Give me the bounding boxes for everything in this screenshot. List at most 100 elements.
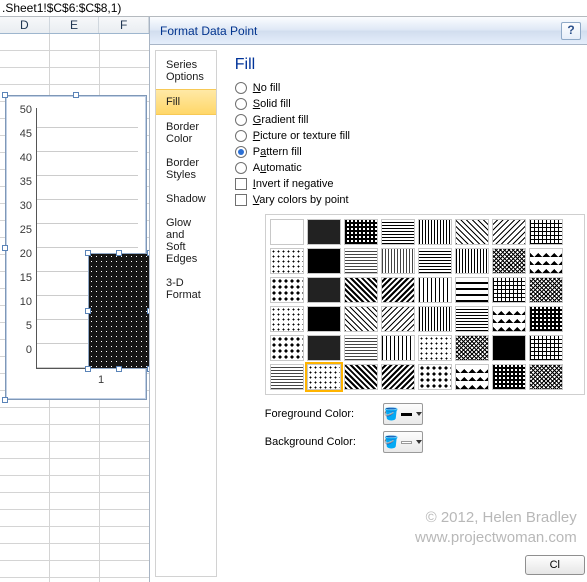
formula-bar[interactable]: .Sheet1!$C$6:$C$8,1)	[0, 0, 587, 17]
pattern-swatch-selected[interactable]	[307, 364, 341, 390]
close-button[interactable]: Cl	[525, 555, 585, 575]
pattern-swatch[interactable]	[344, 364, 378, 390]
pattern-swatch[interactable]	[381, 364, 415, 390]
pattern-swatch[interactable]	[270, 219, 304, 245]
check-vary-colors[interactable]: Vary colors by point	[235, 194, 585, 206]
ytick: 5	[8, 320, 32, 332]
pattern-swatch[interactable]	[344, 248, 378, 274]
pattern-swatch[interactable]	[529, 219, 563, 245]
pattern-swatch[interactable]	[307, 306, 341, 332]
point-handle[interactable]	[85, 366, 91, 372]
pattern-swatch[interactable]	[455, 364, 489, 390]
point-handle[interactable]	[85, 308, 91, 314]
pattern-swatch[interactable]	[381, 219, 415, 245]
color-swatch-icon	[401, 413, 412, 416]
pattern-swatch[interactable]	[307, 277, 341, 303]
pattern-swatch[interactable]	[529, 364, 563, 390]
point-handle[interactable]	[116, 366, 122, 372]
column-headers: D E F	[0, 17, 149, 34]
radio-no-fill[interactable]: No fill	[235, 82, 585, 94]
pattern-swatch[interactable]	[418, 248, 452, 274]
pattern-swatch[interactable]	[418, 219, 452, 245]
pattern-swatch[interactable]	[529, 277, 563, 303]
pattern-swatch[interactable]	[418, 306, 452, 332]
pattern-swatch[interactable]	[455, 219, 489, 245]
pattern-swatch[interactable]	[529, 306, 563, 332]
radio-picture-fill[interactable]: Picture or texture fill	[235, 130, 585, 142]
pattern-swatch[interactable]	[381, 277, 415, 303]
ytick: 30	[8, 200, 32, 212]
help-button[interactable]: ?	[561, 22, 581, 40]
pattern-swatch[interactable]	[381, 248, 415, 274]
radio-solid-fill[interactable]: Solid fill	[235, 98, 585, 110]
pattern-swatch[interactable]	[418, 364, 452, 390]
point-handle[interactable]	[116, 250, 122, 256]
pattern-swatch[interactable]	[455, 248, 489, 274]
resize-handle[interactable]	[73, 92, 79, 98]
pattern-swatch[interactable]	[307, 335, 341, 361]
pattern-swatch[interactable]	[381, 306, 415, 332]
watermark: © 2012, Helen Bradley www.projectwoman.c…	[415, 508, 577, 547]
nav-series-options[interactable]: Series Options	[156, 53, 216, 89]
ytick: 35	[8, 176, 32, 188]
nav-3d-format[interactable]: 3-D Format	[156, 271, 216, 307]
pattern-swatch[interactable]	[344, 277, 378, 303]
foreground-color-button[interactable]: 🪣	[383, 403, 423, 425]
nav-border-color[interactable]: Border Color	[156, 115, 216, 151]
dialog-title: Format Data Point	[160, 24, 257, 38]
radio-pattern-fill[interactable]: Pattern fill	[235, 146, 585, 158]
col-header[interactable]: F	[99, 17, 149, 33]
pattern-swatch[interactable]	[455, 306, 489, 332]
check-invert-negative[interactable]: Invert if negative	[235, 178, 585, 190]
pattern-swatch[interactable]	[492, 335, 526, 361]
pattern-swatch[interactable]	[492, 219, 526, 245]
pattern-swatch[interactable]	[344, 335, 378, 361]
pattern-swatch[interactable]	[270, 306, 304, 332]
pattern-swatch[interactable]	[270, 364, 304, 390]
resize-handle[interactable]	[2, 397, 8, 403]
pattern-swatch[interactable]	[455, 335, 489, 361]
nav-border-styles[interactable]: Border Styles	[156, 151, 216, 187]
nav-glow-soft-edges[interactable]: Glow and Soft Edges	[156, 211, 216, 271]
pattern-swatch[interactable]	[492, 306, 526, 332]
pattern-swatch[interactable]	[344, 306, 378, 332]
nav-fill[interactable]: Fill	[156, 89, 216, 115]
pattern-swatch[interactable]	[492, 277, 526, 303]
background-color-button[interactable]: 🪣	[383, 431, 423, 453]
pattern-swatch[interactable]	[381, 335, 415, 361]
watermark-line: www.projectwoman.com	[415, 528, 577, 548]
pattern-swatch[interactable]	[492, 248, 526, 274]
pattern-swatch[interactable]	[270, 248, 304, 274]
pattern-swatch[interactable]	[270, 277, 304, 303]
pattern-swatch[interactable]	[492, 364, 526, 390]
ytick: 25	[8, 224, 32, 236]
ytick: 0	[8, 344, 32, 356]
foreground-color-label: Foreground Color:	[265, 408, 375, 420]
col-header[interactable]: D	[0, 17, 50, 33]
ytick: 15	[8, 272, 32, 284]
pattern-swatch-grid	[265, 214, 585, 395]
pattern-swatch[interactable]	[270, 335, 304, 361]
pattern-swatch[interactable]	[455, 277, 489, 303]
plot-area[interactable]	[36, 108, 138, 369]
dialog-titlebar[interactable]: Format Data Point ?	[150, 17, 587, 45]
panel-heading: Fill	[235, 56, 585, 74]
formula-text: .Sheet1!$C$6:$C$8,1)	[2, 1, 121, 15]
paint-bucket-icon: 🪣	[384, 435, 399, 449]
watermark-line: © 2012, Helen Bradley	[415, 508, 577, 528]
pattern-swatch[interactable]	[418, 277, 452, 303]
pattern-swatch[interactable]	[418, 335, 452, 361]
data-bar[interactable]	[89, 254, 149, 368]
radio-gradient-fill[interactable]: Gradient fill	[235, 114, 585, 126]
pattern-swatch[interactable]	[529, 335, 563, 361]
pattern-swatch[interactable]	[307, 219, 341, 245]
point-handle[interactable]	[85, 250, 91, 256]
radio-automatic[interactable]: Automatic	[235, 162, 585, 174]
pattern-swatch[interactable]	[344, 219, 378, 245]
embedded-chart[interactable]: 50 45 40 35 30 25 20 15 10 5 0 1	[5, 95, 147, 400]
resize-handle[interactable]	[2, 92, 8, 98]
col-header[interactable]: E	[50, 17, 100, 33]
pattern-swatch[interactable]	[529, 248, 563, 274]
pattern-swatch[interactable]	[307, 248, 341, 274]
nav-shadow[interactable]: Shadow	[156, 187, 216, 211]
